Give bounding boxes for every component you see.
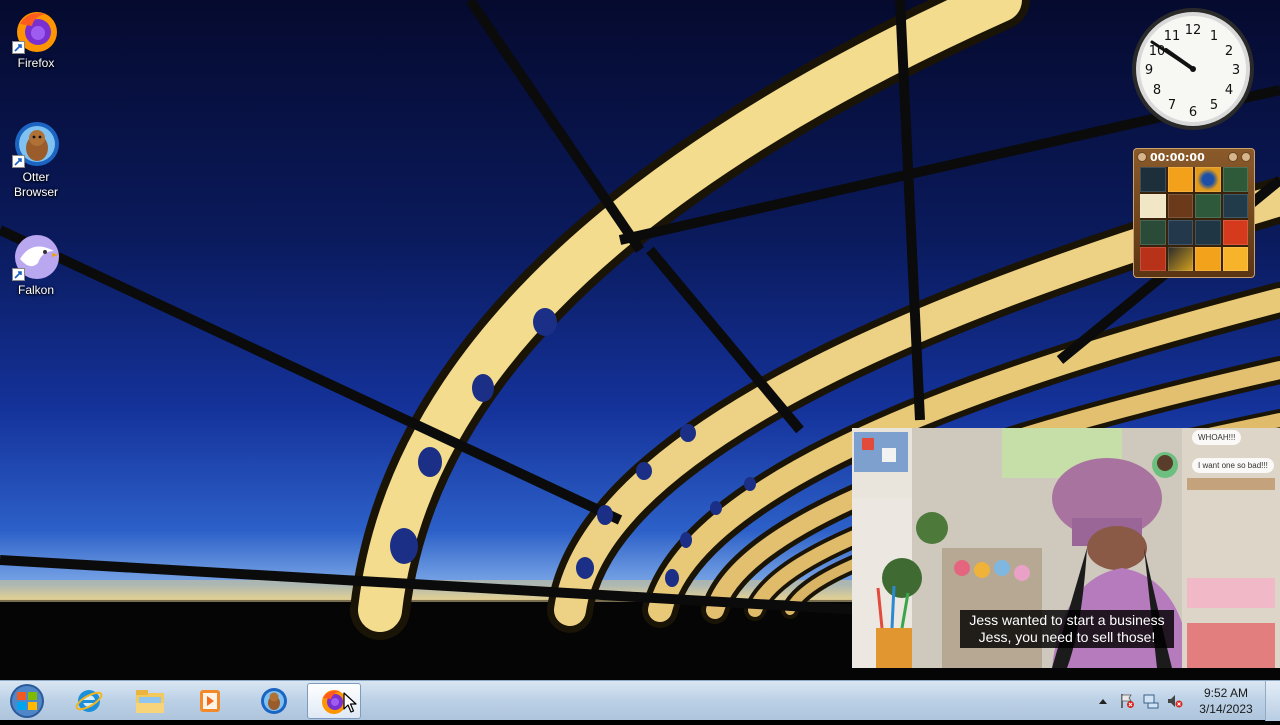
svg-text:6: 6 (1189, 105, 1197, 120)
shortcut-arrow-icon (12, 41, 25, 54)
video-subtitle: Jess wanted to start a business Jess, yo… (960, 610, 1174, 648)
firefox-icon (12, 6, 60, 54)
taskbar-otter-browser[interactable] (247, 683, 301, 719)
svg-text:12: 12 (1185, 23, 1202, 38)
chat-bubble: I want one so bad!!! (1192, 458, 1274, 473)
puzzle-tile[interactable] (1167, 220, 1193, 245)
system-tray: 9:52 AM 3/14/2023 (1091, 681, 1280, 721)
start-button[interactable] (4, 682, 50, 719)
svg-text:2: 2 (1225, 44, 1233, 59)
desktop-icon-label: Falkon (17, 283, 55, 297)
desktop-icon-label: Otter Browser (13, 170, 58, 199)
desktop-icon-otter-browser[interactable]: Otter Browser (0, 120, 72, 200)
puzzle-tile[interactable] (1195, 220, 1221, 245)
puzzle-grid (1140, 167, 1248, 271)
puzzle-tile[interactable] (1222, 220, 1248, 245)
clock-date: 3/14/2023 (1199, 702, 1253, 716)
show-picture-icon[interactable] (1137, 152, 1147, 162)
svg-text:5: 5 (1210, 98, 1218, 113)
puzzle-timer: 00:00:00 (1150, 150, 1205, 164)
svg-text:7: 7 (1168, 98, 1176, 113)
clock-gadget[interactable]: 12 1 2 3 4 5 6 7 8 9 10 11 (1130, 6, 1256, 132)
svg-text:4: 4 (1225, 83, 1233, 98)
puzzle-tile[interactable] (1195, 167, 1221, 192)
shuffle-icon[interactable] (1241, 152, 1251, 162)
puzzle-tile[interactable] (1140, 246, 1166, 271)
otter-browser-icon (12, 120, 60, 168)
chat-bubble: WHOAH!!! (1192, 430, 1242, 445)
puzzle-header: 00:00:00 (1134, 149, 1254, 165)
desktop-icon-label: Firefox (17, 56, 55, 70)
otter-browser-icon (261, 688, 287, 714)
taskbar-windows-explorer[interactable] (123, 683, 177, 719)
puzzle-tile[interactable] (1140, 220, 1166, 245)
clock-time: 9:52 AM (1203, 686, 1249, 700)
puzzle-tile[interactable] (1140, 167, 1166, 192)
taskbar-media-player[interactable] (183, 683, 237, 719)
help-icon[interactable] (1228, 152, 1238, 162)
svg-text:8: 8 (1153, 83, 1161, 98)
taskbar-internet-explorer[interactable] (62, 683, 116, 719)
puzzle-tile[interactable] (1195, 193, 1221, 218)
puzzle-tile[interactable] (1222, 193, 1248, 218)
falkon-icon (12, 233, 60, 281)
shortcut-arrow-icon (12, 155, 25, 168)
svg-text:11: 11 (1164, 29, 1181, 44)
video-player[interactable]: WHOAH!!! I want one so bad!!! Jess wante… (852, 428, 1280, 668)
svg-text:3: 3 (1232, 63, 1240, 78)
show-desktop-button[interactable] (1265, 681, 1280, 721)
puzzle-tile (1167, 193, 1193, 218)
volume-muted-icon[interactable] (1167, 693, 1183, 709)
puzzle-tile[interactable] (1167, 167, 1193, 192)
svg-text:1: 1 (1210, 29, 1218, 44)
internet-explorer-icon (75, 690, 103, 712)
puzzle-tile[interactable] (1167, 246, 1193, 271)
taskbar-clock[interactable]: 9:52 AM 3/14/2023 (1191, 685, 1261, 717)
puzzle-tile[interactable] (1222, 246, 1248, 271)
desktop-icon-falkon[interactable]: Falkon (0, 233, 72, 298)
taskbar: 9:52 AM 3/14/2023 (0, 680, 1280, 721)
puzzle-tile[interactable] (1222, 167, 1248, 192)
folder-icon (136, 690, 164, 713)
media-player-icon (200, 690, 220, 712)
subtitle-line: Jess, you need to sell those! (978, 629, 1156, 645)
shortcut-arrow-icon (12, 268, 25, 281)
action-center-icon[interactable] (1119, 693, 1135, 709)
puzzle-tile[interactable] (1140, 193, 1166, 218)
mouse-cursor-icon (343, 692, 357, 719)
show-hidden-icons-button[interactable] (1095, 693, 1111, 709)
desktop-icon-firefox[interactable]: Firefox (0, 6, 72, 71)
subtitle-line: Jess wanted to start a business (969, 612, 1165, 628)
network-icon[interactable] (1143, 693, 1159, 709)
svg-text:9: 9 (1145, 63, 1153, 78)
puzzle-tile[interactable] (1195, 246, 1221, 271)
picture-puzzle-gadget[interactable]: 00:00:00 (1133, 148, 1255, 278)
